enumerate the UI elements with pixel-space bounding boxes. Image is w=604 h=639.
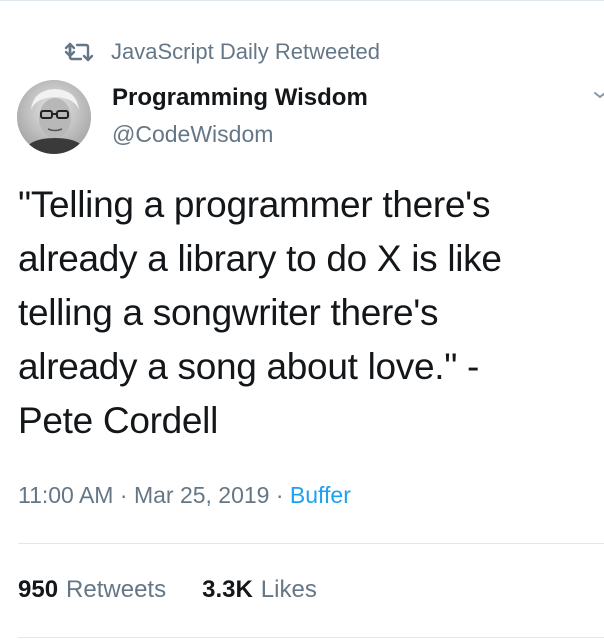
chevron-down-icon[interactable] — [592, 88, 604, 102]
tweet-line: "Telling a programmer there's — [18, 184, 491, 225]
divider — [18, 543, 604, 544]
likes-stat[interactable]: 3.3K Likes — [202, 576, 317, 604]
tweet-stats: 950 Retweets 3.3K Likes — [18, 576, 317, 604]
tweet-time[interactable]: 11:00 AM — [18, 482, 113, 508]
retweets-stat[interactable]: 950 Retweets — [18, 576, 166, 604]
tweet-text: "Telling a programmer there's already a … — [18, 178, 593, 448]
tweet-date[interactable]: Mar 25, 2019 — [134, 482, 270, 508]
avatar[interactable] — [17, 80, 91, 154]
retweet-header[interactable]: JavaScript Daily Retweeted — [63, 38, 380, 66]
retweet-header-text[interactable]: JavaScript Daily Retweeted — [111, 39, 380, 65]
avatar-image — [17, 80, 91, 154]
retweet-icon — [64, 42, 94, 62]
tweet-line: already a song about love." - — [18, 346, 480, 387]
divider — [18, 637, 604, 638]
retweets-count: 950 — [18, 576, 59, 603]
tweet-line: Pete Cordell — [18, 400, 219, 441]
author-name[interactable]: Programming Wisdom — [112, 84, 368, 112]
meta-separator: · — [269, 482, 290, 508]
tweet-source-link[interactable]: Buffer — [290, 482, 351, 508]
top-border — [0, 0, 604, 1]
retweets-label: Retweets — [66, 576, 167, 603]
author-handle[interactable]: @CodeWisdom — [112, 121, 273, 148]
tweet-line: telling a songwriter there's — [18, 292, 439, 333]
meta-separator: · — [113, 482, 134, 508]
tweet-line: already a library to do X is like — [18, 238, 502, 279]
likes-label: Likes — [260, 576, 317, 603]
likes-count: 3.3K — [202, 576, 253, 603]
tweet-meta: 11:00 AM · Mar 25, 2019 · Buffer — [18, 482, 351, 509]
